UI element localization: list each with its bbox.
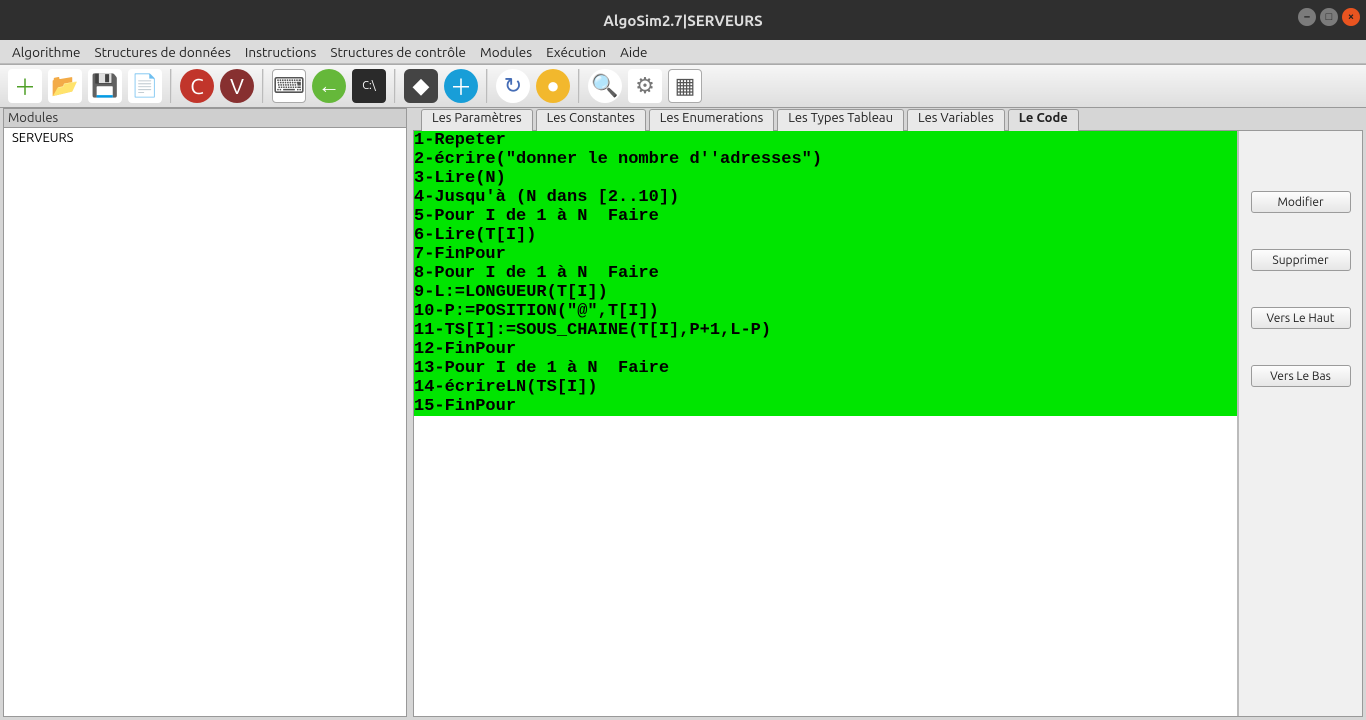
cube-icon[interactable]: ◆ [404,69,438,103]
tab-constantes[interactable]: Les Constantes [536,109,646,131]
save-file-icon[interactable]: 💾 [88,69,122,103]
modules-panel: Modules SERVEURS [3,108,407,717]
tab-parametres[interactable]: Les Paramètres [421,109,533,131]
export-pdf-icon[interactable]: 📄 [128,69,162,103]
tab-types-tableau[interactable]: Les Types Tableau [777,109,904,131]
toolbar: ＋ 📂 💾 📄 C V ⌨ ← C:\ ◆ ＋ ↻ ● 🔍 ⚙ ▦ [0,64,1366,108]
refresh-icon[interactable]: ↻ [496,69,530,103]
menu-aide[interactable]: Aide [614,43,653,61]
keyboard-icon[interactable]: ⌨ [272,69,306,103]
maximize-icon[interactable]: □ [1320,8,1338,26]
window-title: AlgoSim2.7|SERVEURS [603,12,762,29]
menu-execution[interactable]: Exécution [540,43,612,61]
menu-algorithme[interactable]: Algorithme [6,43,87,61]
module-item[interactable]: SERVEURS [4,128,406,148]
menu-instructions[interactable]: Instructions [239,43,322,61]
letter-c-icon[interactable]: C [180,69,214,103]
window-icon[interactable]: ▦ [668,69,702,103]
menu-modules[interactable]: Modules [474,43,538,61]
code-area[interactable]: 1-Repeter 2-écrire("donner le nombre d''… [414,131,1238,716]
tab-code[interactable]: Le Code [1008,109,1079,131]
gear-icon[interactable]: ⚙ [628,69,662,103]
tab-enumerations[interactable]: Les Enumerations [649,109,774,131]
zoom-icon[interactable]: 🔍 [588,69,622,103]
tab-variables[interactable]: Les Variables [907,109,1005,131]
new-file-icon[interactable]: ＋ [8,69,42,103]
modifier-button[interactable]: Modifier [1251,191,1351,213]
close-icon[interactable]: × [1342,8,1360,26]
add-icon[interactable]: ＋ [444,69,478,103]
code-text: 1-Repeter 2-écrire("donner le nombre d''… [414,131,1237,416]
menu-structures-donnees[interactable]: Structures de données [89,43,237,61]
menu-structures-controle[interactable]: Structures de contrôle [324,43,472,61]
modules-panel-header: Modules [4,109,406,128]
vers-le-bas-button[interactable]: Vers Le Bas [1251,365,1351,387]
action-panel: Modifier Supprimer Vers Le Haut Vers Le … [1238,131,1362,716]
menu-bar: Algorithme Structures de données Instruc… [0,40,1366,64]
open-file-icon[interactable]: 📂 [48,69,82,103]
vers-le-haut-button[interactable]: Vers Le Haut [1251,307,1351,329]
back-arrow-icon[interactable]: ← [312,69,346,103]
tab-bar: Les Paramètres Les Constantes Les Enumer… [413,108,1363,130]
supprimer-button[interactable]: Supprimer [1251,249,1351,271]
letter-v-icon[interactable]: V [220,69,254,103]
minimize-icon[interactable]: – [1298,8,1316,26]
terminal-icon[interactable]: C:\ [352,69,386,103]
yellow-circle-icon[interactable]: ● [536,69,570,103]
title-bar: AlgoSim2.7|SERVEURS – □ × [0,0,1366,40]
